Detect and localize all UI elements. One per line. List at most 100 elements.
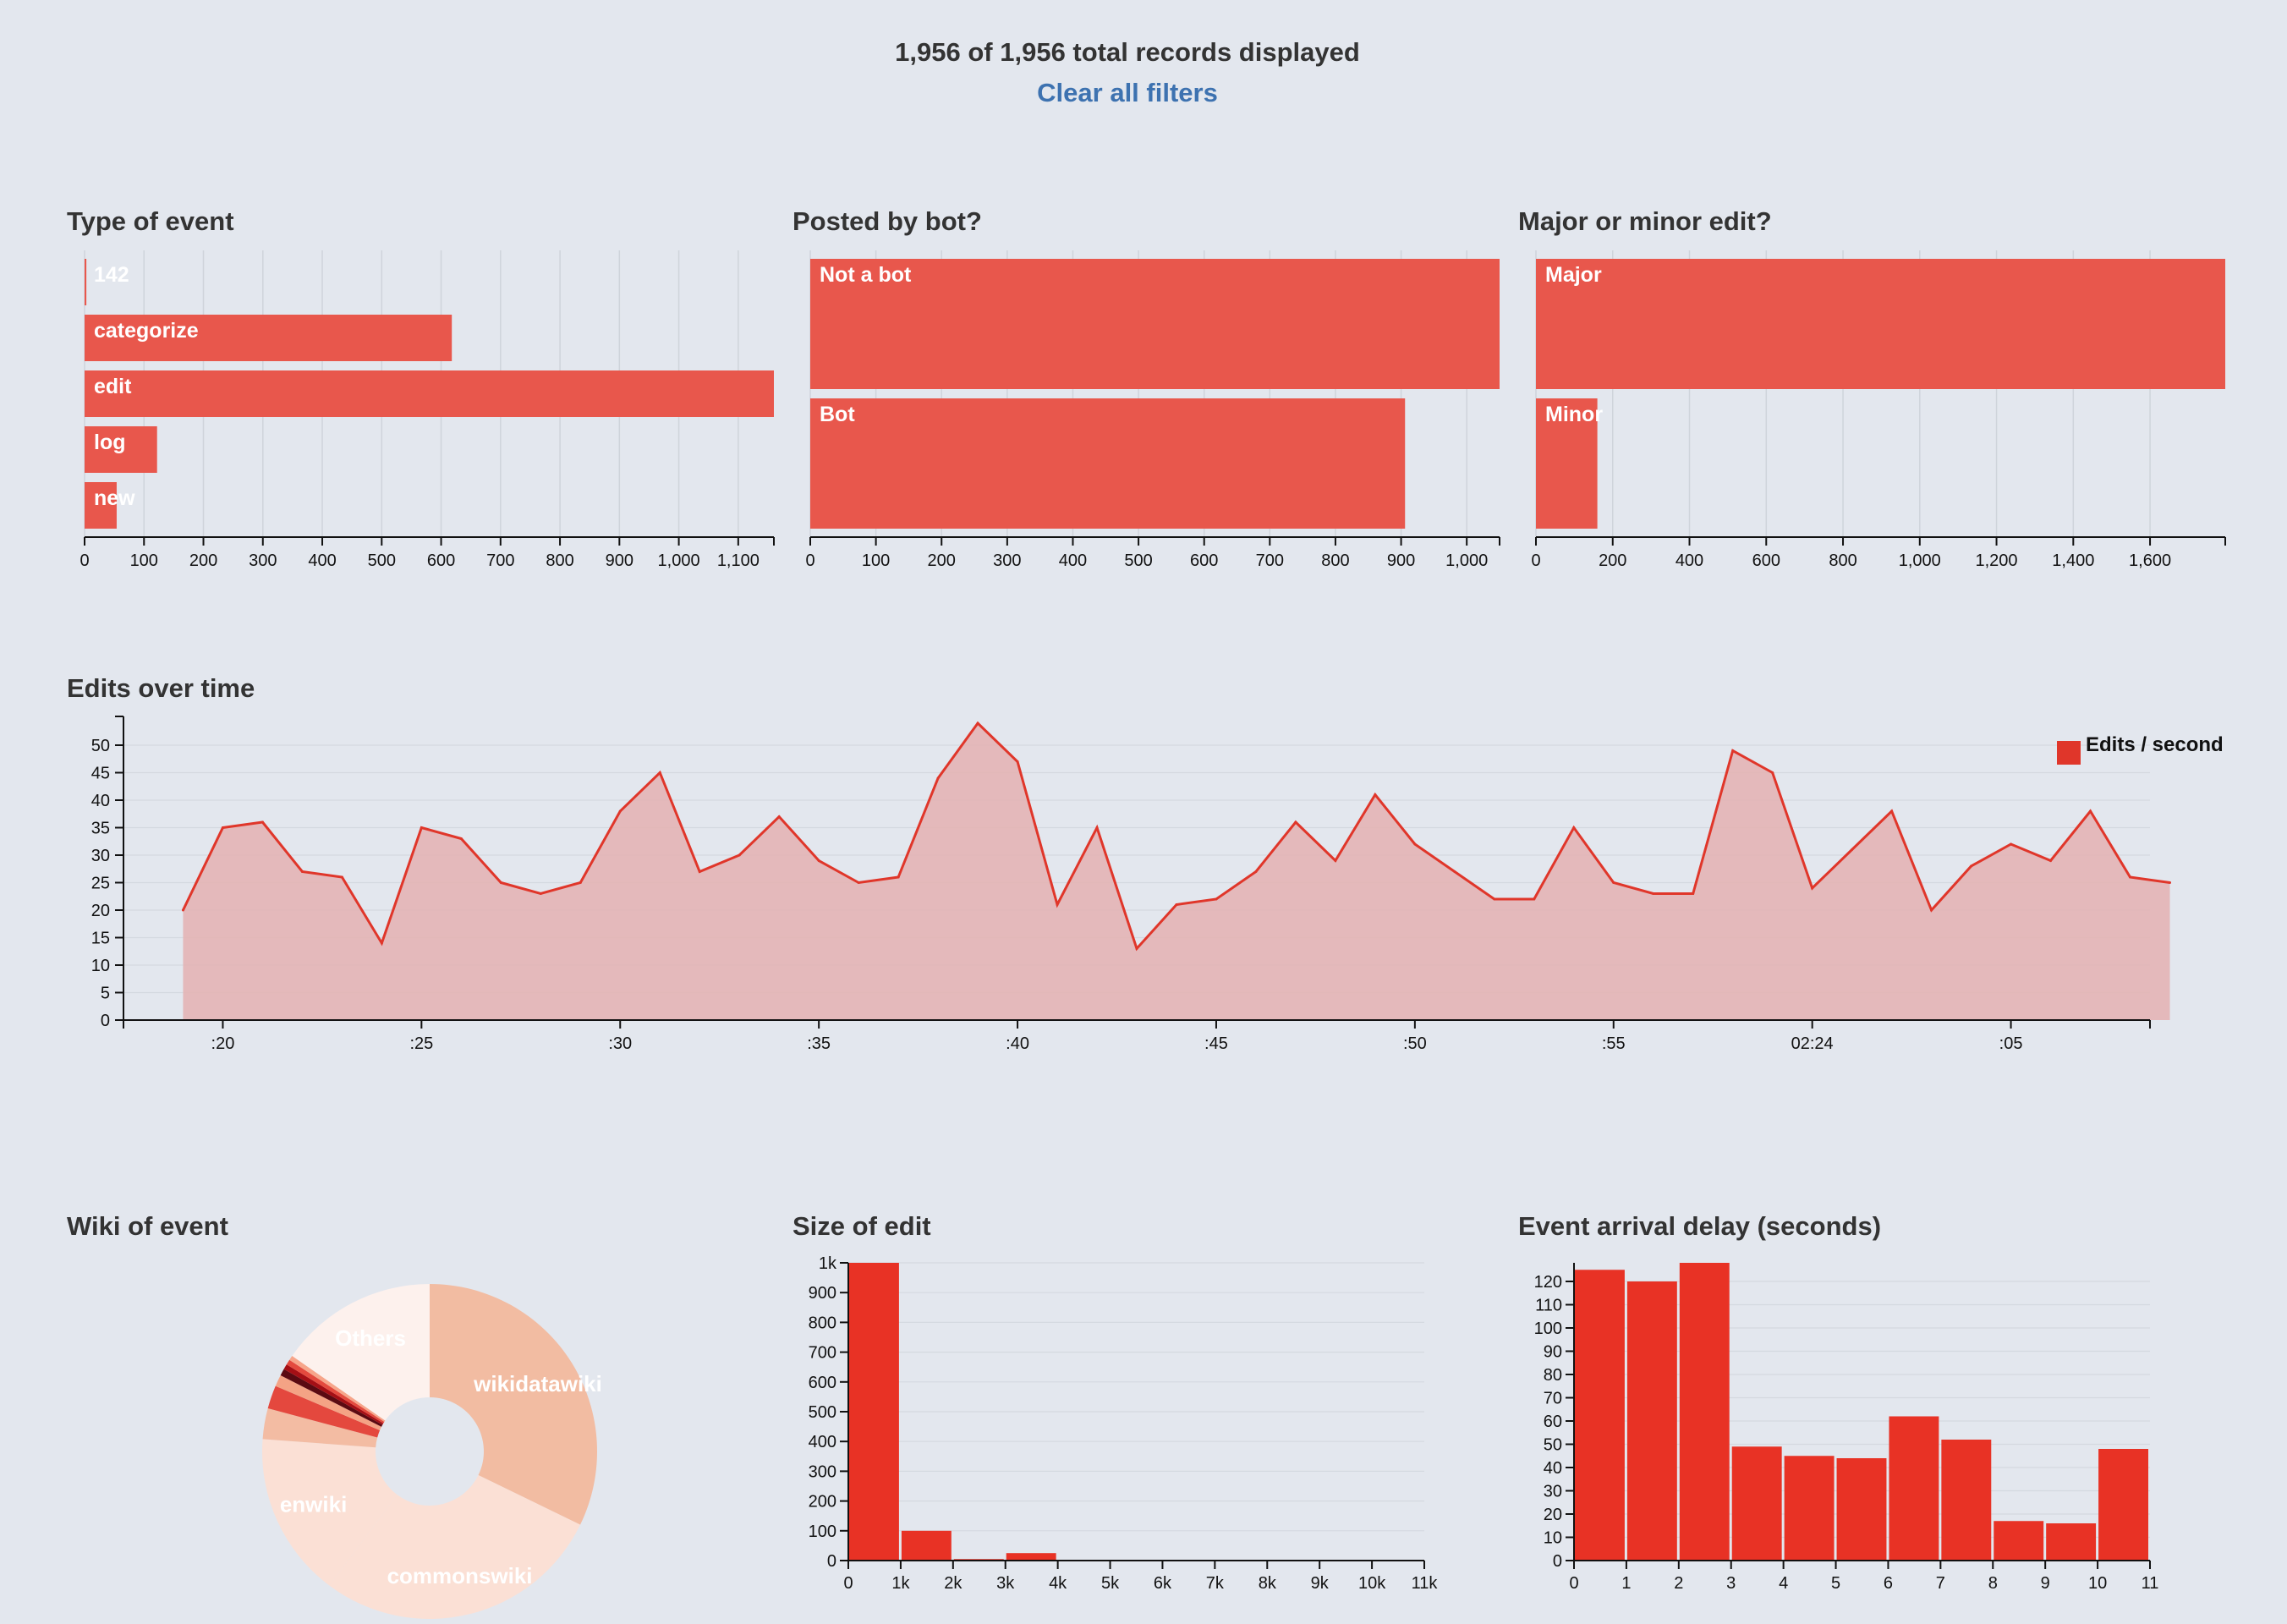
x-tick-label: :30 [608,1034,632,1053]
x-axis-ticks: 0 1k 2k 3k 4k 5k 6k 7k 8k 9k 10k 11k [843,1561,1438,1593]
data-point [2089,809,2092,813]
data-point [1612,881,1615,884]
x-tick-label: :45 [1204,1034,1228,1053]
bar [1575,1270,1625,1561]
x-tick-label: 6 [1884,1574,1893,1593]
bar-label: Bot [820,403,855,426]
type-of-event-chart: 142 categorize edit log new 0 100 200 300 400 500 6… [80,250,775,570]
size-of-edit-title: Size of edit [792,1211,931,1241]
data-point [817,859,820,862]
bar-label: 142 [94,263,129,287]
data-point [1175,903,1178,906]
y-tick-label: 800 [809,1314,836,1332]
data-point [1374,793,1377,796]
data-point [1254,870,1258,873]
major-minor-title: Major or minor edit? [1518,206,1772,236]
x-tick-label: 0 [1531,551,1540,570]
x-tick-label: 3 [1726,1574,1736,1593]
wiki-of-event-title: Wiki of event [67,1211,228,1241]
y-tick-label: 300 [809,1462,836,1481]
y-axis-ticks: 0 10 20 30 40 50 60 70 80 90 100 110 120 [1534,1273,1574,1571]
data-point [1970,864,1973,868]
data-point [499,881,502,884]
data-point [1533,897,1536,901]
event-arrival-delay-chart: 0 10 20 30 40 50 60 70 80 90 100 110 120 0 1 2 3 4 5 6 7 8 9 10… [1534,1263,2158,1593]
y-tick-label: 30 [91,847,110,865]
y-tick-label: 700 [809,1344,836,1363]
x-axis-ticks: 0 200 400 600 800 1,000 1,200 1,400 1,600 [1531,537,2171,570]
bar [849,1263,899,1561]
x-tick-label: 700 [1256,551,1284,570]
data-point [2049,859,2053,862]
x-tick-label: 9k [1311,1574,1330,1593]
x-tick-label: 4 [1779,1574,1788,1593]
y-tick-label: 10 [1544,1529,1562,1548]
x-axis-ticks: :20:25:30:35:40:45:50:55 02:24:05 [211,1020,2022,1053]
bar-label: new [94,486,135,510]
y-tick-label: 15 [91,930,110,948]
x-tick-label: 100 [862,551,890,570]
clear-filters-link[interactable]: Clear all filters [1037,78,1218,108]
slice-label: enwiki [280,1492,347,1517]
x-tick-label: :40 [1006,1034,1029,1053]
legend-label: Edits / second [2086,733,2224,756]
y-tick-label: 45 [91,765,110,783]
x-tick-label: 400 [1675,551,1703,570]
x-tick-label: :55 [1602,1034,1626,1053]
data-point [1453,870,1456,873]
legend-swatch [2057,741,2081,765]
data-point [380,941,383,945]
y-tick-label: 500 [809,1403,836,1422]
data-point [2010,842,2013,846]
y-tick-label: 100 [1534,1320,1562,1338]
bar [1731,1446,1782,1561]
data-point [1016,760,1019,763]
x-tick-label: 7 [1936,1574,1945,1593]
x-tick-label: 300 [993,551,1021,570]
y-tick-label: 0 [827,1552,836,1571]
bar [1679,1263,1730,1561]
bar [2046,1523,2097,1561]
x-tick-label: 0 [843,1574,853,1593]
x-tick-label: 02:24 [1791,1034,1834,1053]
x-tick-label: 9 [2041,1574,2050,1593]
data-point [1135,947,1138,950]
y-tick-label: 20 [91,902,110,920]
data-point [777,815,781,818]
x-tick-label: 1,000 [1445,551,1488,570]
x-tick-label: 400 [1059,551,1087,570]
bar [85,259,87,305]
x-tick-label: 3k [996,1574,1015,1593]
x-tick-label: 11k [1412,1574,1439,1593]
y-tick-label: 1k [819,1254,837,1273]
x-tick-label: 6k [1154,1574,1172,1593]
bar [2098,1449,2148,1561]
records-count: 1,956 of 1,956 total records displayed [895,37,1360,67]
x-axis-ticks: 0 100 200 300 400 500 600 700 800 900 1,000 1,100 [80,537,760,570]
y-axis-ticks: 0 100 200 300 400 500 600 700 800 900 1k [809,1254,848,1571]
bar-label: log [94,431,126,454]
x-tick-label: 7k [1206,1574,1225,1593]
data-point [857,881,860,884]
summary-header: 1,956 of 1,956 total records displayed C… [0,37,2255,108]
y-tick-label: 100 [809,1522,836,1541]
x-tick-label: :35 [807,1034,831,1053]
posted-by-bot-title: Posted by bot? [792,206,982,236]
data-point [2129,875,2132,879]
data-point [1890,809,1894,813]
x-tick-label: 400 [308,551,336,570]
bar [1836,1458,1887,1561]
x-axis-ticks: 0 1 2 3 4 5 6 7 8 9 10 11 [1569,1561,2158,1593]
data-point [1572,826,1576,829]
y-tick-label: 40 [1544,1459,1562,1478]
pie-slice [430,1284,598,1525]
data-point [300,870,304,873]
bar [1006,1553,1056,1561]
bar-label: categorize [94,319,199,343]
data-point [976,721,979,725]
data-point [897,875,900,879]
data-point [698,870,701,873]
slice-label: Others [335,1325,406,1351]
bar [1994,1521,2044,1561]
x-tick-label: 700 [486,551,514,570]
